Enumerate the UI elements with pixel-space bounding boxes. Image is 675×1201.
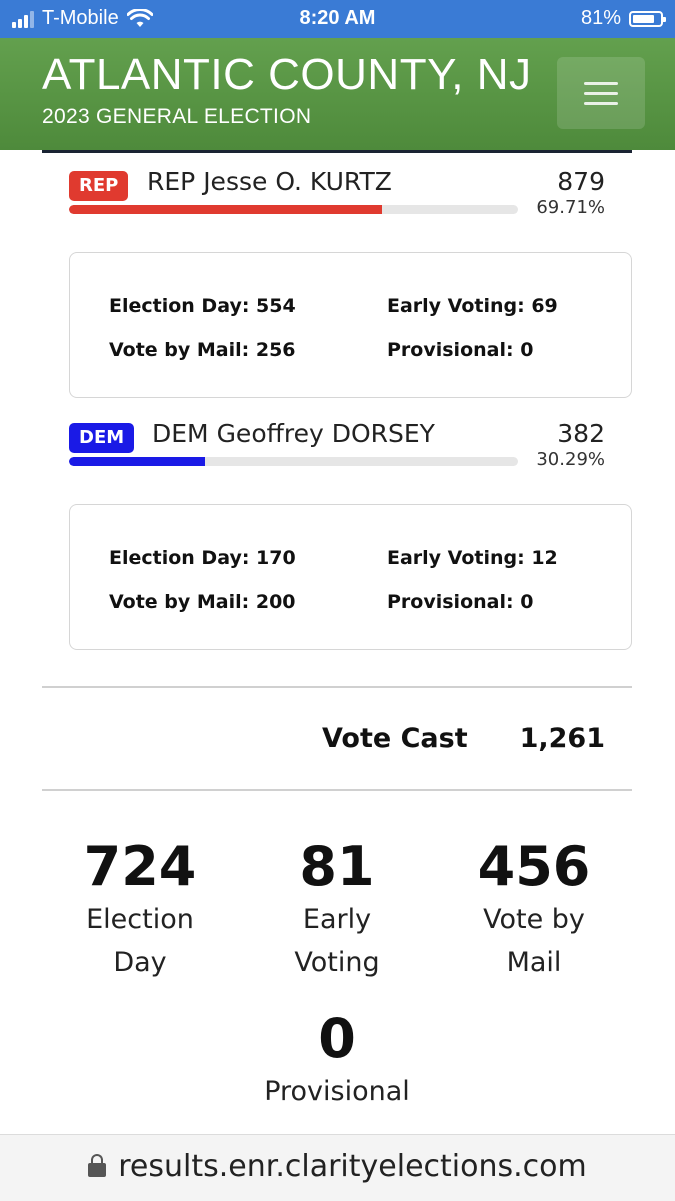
summary-label: Early xyxy=(302,904,372,935)
battery-percent: 81% xyxy=(580,7,621,29)
summary-value: 0 xyxy=(318,1007,356,1070)
status-right: 81% xyxy=(580,7,666,30)
election-day-count: Election Day: 170 xyxy=(109,547,296,569)
summary-provisional: 0 Provisional xyxy=(237,1008,437,1113)
candidate-name: REP Jesse O. KURTZ xyxy=(147,167,392,196)
summary-label: Day xyxy=(113,947,167,978)
divider xyxy=(42,789,632,791)
clock: 8:20 AM xyxy=(299,7,376,29)
election-day-count: Election Day: 554 xyxy=(109,295,296,317)
section-top-border xyxy=(42,150,632,153)
vote-breakdown-box: Election Day: 170 Early Voting: 12 Vote … xyxy=(69,504,632,650)
county-title: ATLANTIC COUNTY, NJ xyxy=(42,50,532,99)
party-badge-rep: REP xyxy=(69,171,129,201)
candidate-votes: 382 xyxy=(557,419,605,448)
url-display[interactable]: results.enr.clarityelections.com xyxy=(0,1149,675,1184)
vote-by-mail-count: Vote by Mail: 200 xyxy=(109,591,296,613)
summary-value: 81 xyxy=(299,835,375,898)
menu-button[interactable] xyxy=(557,57,645,129)
browser-address-bar[interactable]: results.enr.clarityelections.com xyxy=(0,1134,675,1201)
battery-icon xyxy=(629,10,666,27)
party-badge-dem: DEM xyxy=(69,423,135,453)
vote-cast-label: Vote Cast xyxy=(322,723,468,754)
election-subtitle: 2023 GENERAL ELECTION xyxy=(42,105,312,128)
status-bar: T-Mobile 8:20 AM 81% xyxy=(0,0,675,38)
candidate-name: DEM Geoffrey DORSEY xyxy=(152,419,435,448)
summary-value: 456 xyxy=(477,835,591,898)
divider xyxy=(42,686,632,688)
summary-label: Mail xyxy=(506,947,562,978)
site-header: ATLANTIC COUNTY, NJ 2023 GENERAL ELECTIO… xyxy=(0,38,675,150)
vote-cast-total: 1,261 xyxy=(519,723,605,754)
vote-share-fill xyxy=(69,457,205,466)
vote-by-mail-count: Vote by Mail: 256 xyxy=(109,339,296,361)
summary-label: Provisional xyxy=(264,1076,410,1107)
vote-share-bar xyxy=(69,457,518,466)
vote-share-fill xyxy=(69,205,382,214)
summary-vote-by-mail: 456 Vote by Mail xyxy=(434,836,634,984)
url-text: results.enr.clarityelections.com xyxy=(118,1149,587,1184)
summary-value: 724 xyxy=(83,835,197,898)
summary-label: Vote by xyxy=(483,904,585,935)
summary-label: Voting xyxy=(294,947,380,978)
provisional-count: Provisional: 0 xyxy=(387,591,534,613)
candidate-percent: 69.71% xyxy=(536,197,605,218)
provisional-count: Provisional: 0 xyxy=(387,339,534,361)
summary-label: Election xyxy=(86,904,194,935)
vote-share-bar xyxy=(69,205,518,214)
candidate-percent: 30.29% xyxy=(536,449,605,470)
summary-election-day: 724 Election Day xyxy=(40,836,240,984)
summary-early-voting: 81 Early Voting xyxy=(237,836,437,984)
lock-icon xyxy=(88,1154,107,1177)
early-voting-count: Early Voting: 12 xyxy=(387,547,558,569)
candidate-votes: 879 xyxy=(557,167,605,196)
early-voting-count: Early Voting: 69 xyxy=(387,295,558,317)
vote-breakdown-box: Election Day: 554 Early Voting: 69 Vote … xyxy=(69,252,632,398)
